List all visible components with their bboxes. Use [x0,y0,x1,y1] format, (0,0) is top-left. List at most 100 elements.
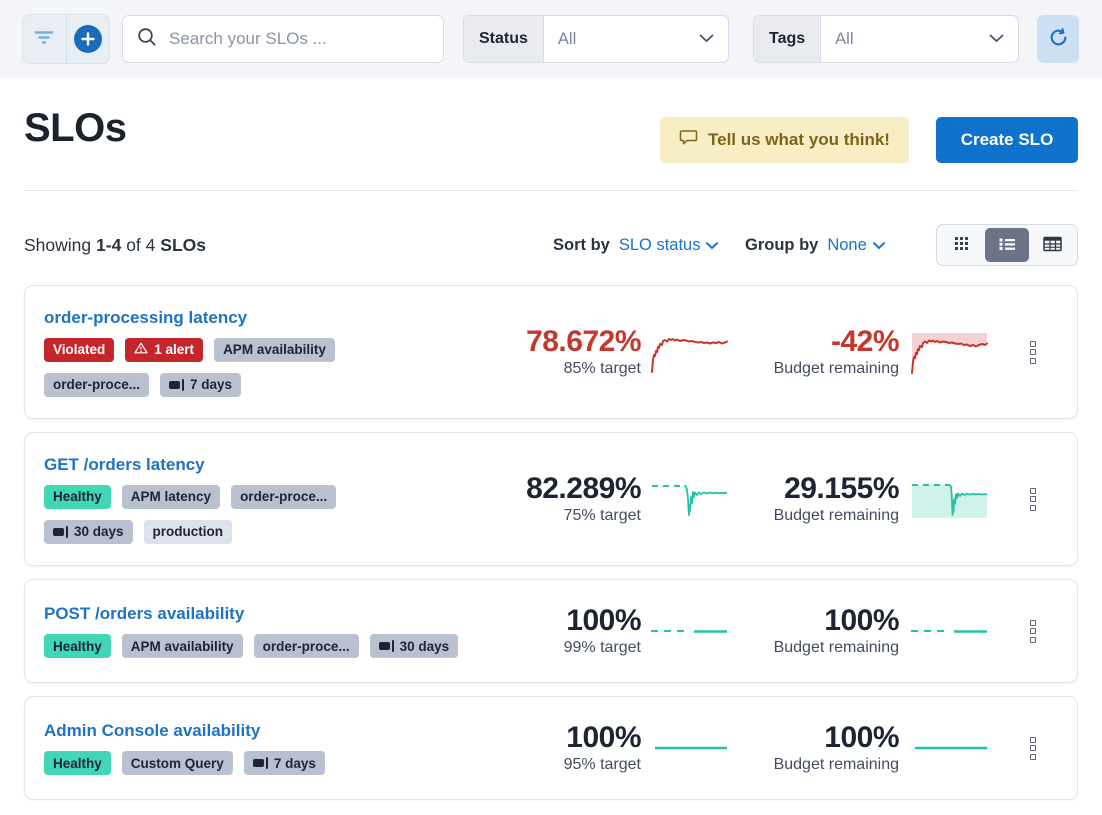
budget-sparkline [909,609,989,653]
slo-page: Status All Tags All [0,0,1102,815]
badge-gray[interactable]: APM availability [122,634,243,658]
status-percentage: 100% [431,722,641,754]
slo-info: order-processing latency Violated 1 alert A… [44,308,431,397]
search-icon [137,27,157,52]
slo-title-link[interactable]: order-processing latency [44,308,247,328]
showing-range: 1-4 [96,235,121,255]
badge-label: APM latency [131,489,211,504]
tags-filter-label: Tags [754,16,821,62]
card-actions [989,480,1077,518]
group-by-dropdown[interactable]: None [827,236,884,255]
speech-bubble-icon [679,129,698,151]
kebab-menu-icon [1030,488,1036,494]
slo-budget-block: 100% Budget remaining [729,605,899,658]
slo-status-block: 100%95% target [431,722,641,775]
status-filter-select[interactable]: Status All [463,15,729,63]
list-view-icon [997,236,1017,255]
budget-remaining-label: Budget remaining [729,756,899,774]
kebab-menu-button[interactable] [1025,480,1041,518]
time-window-icon [53,526,68,538]
chevron-down-icon [989,30,1004,48]
slo-info: Admin Console availability Healthy Custom … [44,721,431,775]
table-view-icon [1043,236,1062,255]
sort-by-control: Sort by SLO status [553,224,718,266]
slo-budget-block: -42% Budget remaining [729,326,899,379]
badge-gray[interactable]: order-proce... [254,634,359,658]
search-box [122,15,444,63]
list-view-button[interactable] [985,228,1028,262]
badge-label: Custom Query [131,756,224,771]
badge-gray[interactable]: Custom Query [122,751,233,775]
badge-healthy: Healthy [44,751,111,775]
status-target-label: 99% target [431,639,641,657]
badge-label: Violated [53,342,105,357]
badge-gray[interactable]: 30 days [44,520,133,544]
badge-gray[interactable]: 7 days [160,373,241,397]
budget-remaining-label: Budget remaining [729,639,899,657]
badge-label: APM availability [131,639,234,654]
sort-by-dropdown[interactable]: SLO status [619,236,719,255]
budget-sparkline [909,726,989,770]
slo-title-link[interactable]: GET /orders latency [44,455,205,475]
badge-gray[interactable]: order-proce... [231,485,336,509]
slo-title-link[interactable]: POST /orders availability [44,604,244,624]
add-filter-button[interactable] [67,15,110,63]
badge-label: 1 alert [154,342,194,357]
slo-status-block: 82.289%75% target [431,473,641,526]
badge-label: Healthy [53,756,102,771]
kebab-menu-button[interactable] [1025,333,1041,371]
showing-total-label: SLOs [160,235,206,255]
slo-title-link[interactable]: Admin Console availability [44,721,260,741]
badge-healthy: Healthy [44,485,111,509]
search-input[interactable] [167,28,429,50]
badge-gray[interactable]: APM availability [214,338,335,362]
status-target-label: 85% target [431,360,641,378]
group-by-label: Group by [745,236,818,255]
status-filter-value: All [544,16,699,62]
table-view-button[interactable] [1031,228,1074,262]
badge-gray[interactable]: order-proce... [44,373,149,397]
list-controls: Showing 1-4 of 4 SLOs Sort by SLO status… [24,224,1078,266]
kebab-menu-button[interactable] [1025,729,1041,767]
grid-view-button[interactable] [940,228,983,262]
badge-row: Healthy APM latency order-proce... [44,485,431,509]
badge-label: order-proce... [240,489,327,504]
budget-remaining-label: Budget remaining [729,507,899,525]
budget-percentage: -42% [729,326,899,358]
badge-row: 30 days production [44,520,431,544]
status-sparkline [649,726,729,770]
tags-filter-select[interactable]: Tags All [753,15,1019,63]
badge-gray[interactable]: APM latency [122,485,220,509]
feedback-label: Tell us what you think! [708,130,890,150]
create-slo-button[interactable]: Create SLO [936,117,1078,163]
status-sparkline [649,609,729,653]
chevron-down-icon [873,236,885,255]
grid-view-icon [953,235,970,255]
refresh-button[interactable] [1037,15,1079,63]
kebab-menu-icon [1030,737,1036,743]
kebab-menu-button[interactable] [1025,612,1041,650]
budget-remaining-label: Budget remaining [729,360,899,378]
feedback-button[interactable]: Tell us what you think! [660,117,909,163]
badge-label: 7 days [190,377,232,392]
badge-light[interactable]: production [144,520,233,544]
badge-alert[interactable]: 1 alert [125,338,203,362]
kebab-menu-icon [1030,341,1036,347]
badge-gray[interactable]: 7 days [244,751,325,775]
slo-card: GET /orders latency Healthy APM latency ord… [24,432,1078,566]
time-window-icon [253,757,268,769]
status-percentage: 100% [431,605,641,637]
time-window-icon [379,640,394,652]
badge-row: order-proce... 7 days [44,373,431,397]
badge-label: production [153,524,224,539]
badge-label: 7 days [274,756,316,771]
chevron-down-icon [706,236,718,255]
budget-sparkline [909,477,989,521]
status-sparkline [649,477,729,521]
plus-circle-icon [74,25,102,53]
slo-card: POST /orders availabilityHealthyAPM avai… [24,579,1078,683]
filter-toggle-button[interactable] [23,15,66,63]
filter-lines-icon [34,30,54,48]
badge-label: order-proce... [263,639,350,654]
budget-percentage: 100% [729,605,899,637]
